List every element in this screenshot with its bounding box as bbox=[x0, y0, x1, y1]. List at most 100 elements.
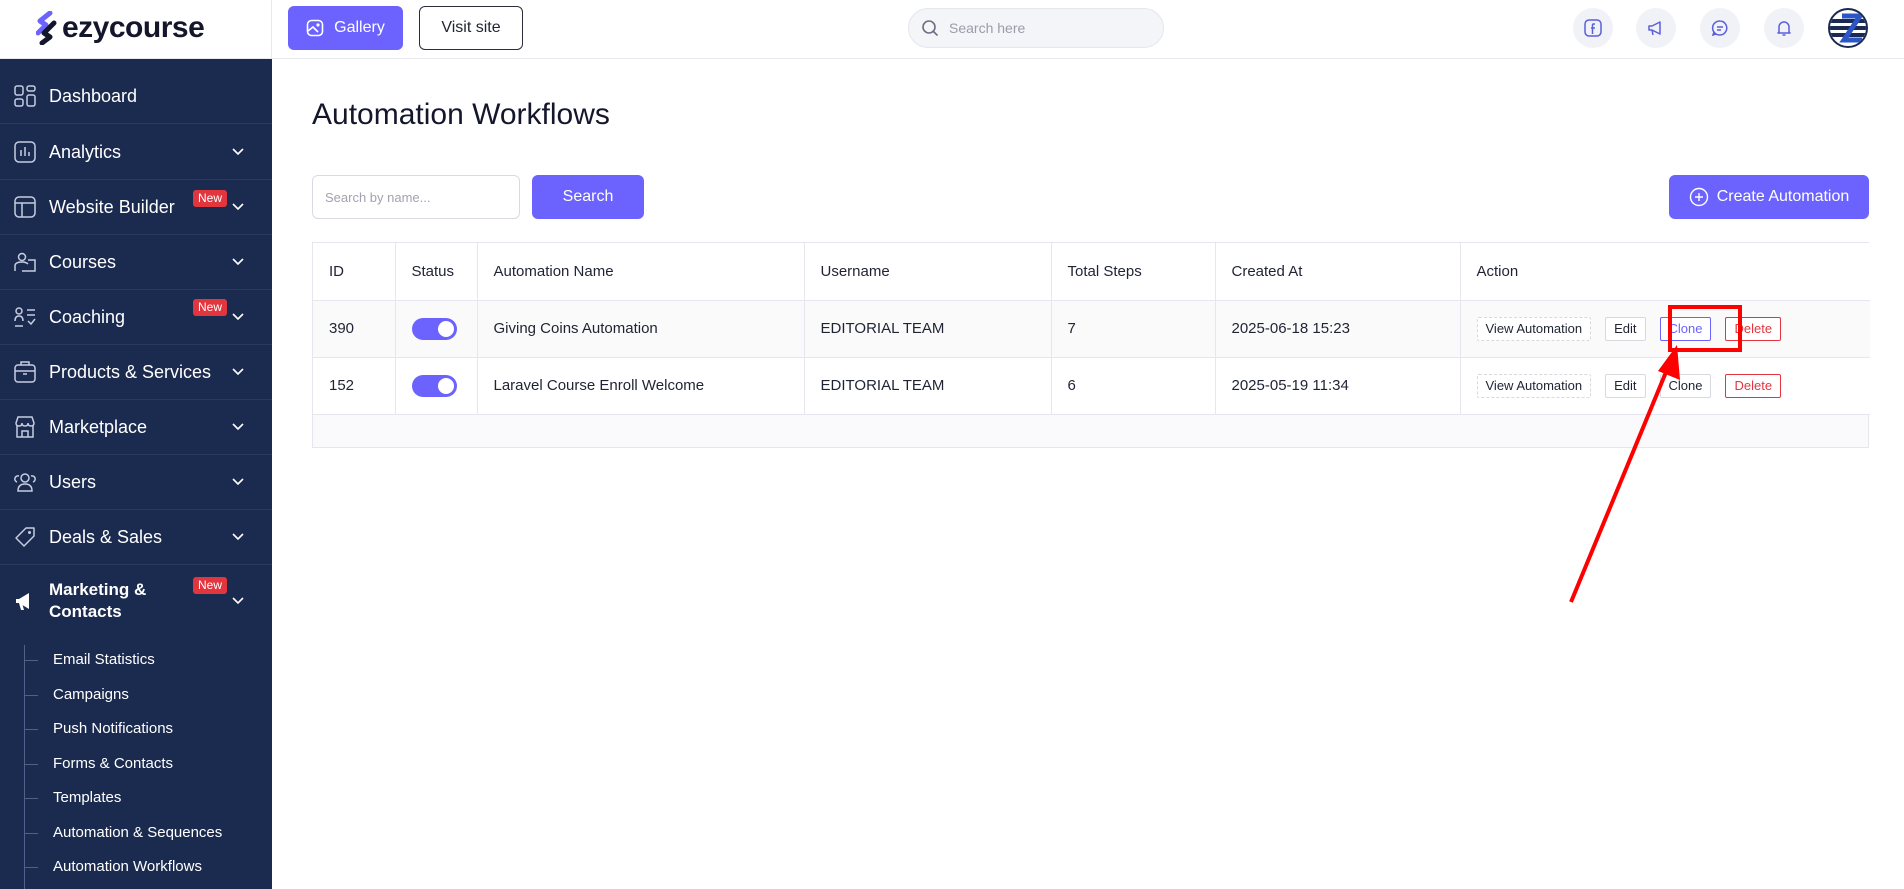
sidebar-item-products-services[interactable]: Products & Services bbox=[0, 351, 272, 393]
announcement-button[interactable] bbox=[1636, 8, 1676, 48]
search-button-label: Search bbox=[562, 188, 614, 205]
submenu-item-automation-sequences[interactable]: Automation & Sequences bbox=[53, 824, 222, 841]
chevron-down-icon bbox=[232, 478, 244, 486]
cell-created-at: 2025-06-18 15:23 bbox=[1215, 300, 1461, 358]
sidebar-item-label: Marketing & bbox=[49, 580, 147, 599]
sidebar-item-courses[interactable]: Courses bbox=[0, 241, 272, 283]
facebook-button[interactable] bbox=[1573, 8, 1613, 48]
submenu-item-automation-workflows[interactable]: Automation Workflows bbox=[53, 858, 202, 875]
courses-icon bbox=[14, 251, 36, 273]
visit-site-label: Visit site bbox=[441, 19, 501, 36]
submenu-item-push-notifications[interactable]: Push Notifications bbox=[53, 720, 173, 737]
divider bbox=[0, 399, 272, 400]
tag-icon bbox=[14, 526, 36, 548]
column-header-name: Automation Name bbox=[477, 243, 805, 301]
sidebar-item-label: Products & Services bbox=[49, 361, 212, 382]
view-automation-button[interactable]: View Automation bbox=[1476, 373, 1592, 398]
chevron-down-icon bbox=[232, 313, 244, 321]
table-row: 390 Giving Coins Automation EDITORIAL TE… bbox=[313, 300, 1870, 358]
cell-actions: View Automation Edit Clone Delete bbox=[1460, 357, 1870, 415]
chat-icon bbox=[1711, 20, 1728, 37]
avatar[interactable] bbox=[1828, 8, 1868, 48]
create-automation-button[interactable]: Create Automation bbox=[1669, 175, 1869, 219]
sidebar-item-label: Deals & Sales bbox=[49, 526, 163, 547]
column-header-username: Username bbox=[804, 243, 1052, 301]
column-header-action: Action bbox=[1460, 243, 1870, 301]
sidebar-item-users[interactable]: Users bbox=[0, 461, 272, 503]
cell-status bbox=[395, 357, 478, 415]
layout-icon bbox=[14, 196, 36, 218]
column-header-id: ID bbox=[313, 243, 396, 301]
users-icon bbox=[14, 471, 36, 493]
status-toggle[interactable] bbox=[411, 317, 457, 340]
column-header-status: Status bbox=[395, 243, 478, 301]
new-badge: New bbox=[193, 577, 228, 594]
logo-text: ezycourse bbox=[62, 11, 205, 44]
cell-actions: View Automation Edit Clone Delete bbox=[1460, 300, 1870, 358]
gallery-button[interactable]: Gallery bbox=[288, 6, 403, 50]
global-search[interactable] bbox=[908, 8, 1164, 48]
submenu-item-forms-contacts[interactable]: Forms & Contacts bbox=[53, 755, 173, 772]
gallery-icon bbox=[306, 19, 324, 37]
chevron-down-icon bbox=[232, 597, 244, 605]
sidebar-item-label-line2: Contacts bbox=[49, 602, 122, 621]
cell-total-steps: 7 bbox=[1051, 300, 1216, 358]
visit-site-button[interactable]: Visit site bbox=[419, 6, 523, 50]
sidebar-item-label: Coaching bbox=[49, 306, 126, 327]
submenu-tick bbox=[24, 867, 38, 868]
edit-button[interactable]: Edit bbox=[1605, 373, 1646, 398]
sidebar-item-dashboard[interactable]: Dashboard bbox=[0, 75, 272, 117]
column-header-created-at: Created At bbox=[1215, 243, 1461, 301]
edit-button[interactable]: Edit bbox=[1605, 316, 1646, 341]
sidebar-item-label: Users bbox=[49, 471, 97, 492]
logo[interactable]: ezycourse bbox=[36, 10, 205, 46]
divider bbox=[0, 509, 272, 510]
submenu-item-campaigns[interactable]: Campaigns bbox=[53, 686, 129, 703]
sidebar-item-label: Website Builder bbox=[49, 196, 175, 217]
coaching-icon bbox=[14, 306, 36, 328]
sidebar-item-label: Marketplace bbox=[49, 416, 148, 437]
submenu-item-email-statistics[interactable]: Email Statistics bbox=[53, 651, 155, 668]
chat-button[interactable] bbox=[1700, 8, 1740, 48]
automation-table: ID Status Automation Name Username Total… bbox=[312, 242, 1870, 448]
chevron-down-icon bbox=[232, 423, 244, 431]
delete-button[interactable]: Delete bbox=[1725, 373, 1782, 398]
search-button[interactable]: Search bbox=[532, 175, 644, 219]
view-automation-button[interactable]: View Automation bbox=[1476, 316, 1592, 341]
submenu-tick bbox=[24, 695, 38, 696]
megaphone-icon bbox=[14, 590, 36, 612]
divider bbox=[0, 564, 272, 565]
search-by-name-input[interactable] bbox=[312, 175, 520, 219]
global-search-input[interactable] bbox=[949, 20, 1139, 36]
clone-button[interactable]: Clone bbox=[1659, 373, 1712, 398]
notifications-button[interactable] bbox=[1764, 8, 1804, 48]
new-badge: New bbox=[193, 299, 228, 316]
store-icon bbox=[14, 416, 36, 438]
divider bbox=[0, 179, 272, 180]
column-header-total-steps: Total Steps bbox=[1051, 243, 1216, 301]
sidebar-item-website-builder[interactable]: Website Builder New bbox=[0, 186, 272, 228]
cell-id: 152 bbox=[313, 357, 396, 415]
logo-mark-icon bbox=[36, 11, 57, 45]
chevron-down-icon bbox=[232, 368, 244, 376]
cell-id: 390 bbox=[313, 300, 396, 358]
gallery-label: Gallery bbox=[334, 19, 385, 36]
divider bbox=[271, 0, 272, 59]
bag-icon bbox=[14, 361, 36, 383]
submenu-tick bbox=[24, 833, 38, 834]
sidebar-item-marketplace[interactable]: Marketplace bbox=[0, 406, 272, 448]
sidebar-item-marketing-contacts[interactable]: Marketing & Contacts New bbox=[0, 575, 272, 627]
cell-name: Laravel Course Enroll Welcome bbox=[477, 357, 805, 415]
sidebar-item-deals-sales[interactable]: Deals & Sales bbox=[0, 516, 272, 558]
top-bar: ezycourse Gallery Visit site bbox=[0, 0, 1904, 59]
submenu-item-templates[interactable]: Templates bbox=[53, 789, 121, 806]
page-title: Automation Workflows bbox=[312, 98, 610, 131]
sidebar-item-analytics[interactable]: Analytics bbox=[0, 131, 272, 173]
cell-username: EDITORIAL TEAM bbox=[804, 300, 1052, 358]
chart-icon bbox=[14, 141, 36, 163]
table-header-row: ID Status Automation Name Username Total… bbox=[313, 243, 1870, 301]
status-toggle[interactable] bbox=[411, 374, 457, 397]
sidebar-item-coaching[interactable]: Coaching New bbox=[0, 296, 272, 338]
bell-icon bbox=[1777, 21, 1791, 36]
cell-username: EDITORIAL TEAM bbox=[804, 357, 1052, 415]
